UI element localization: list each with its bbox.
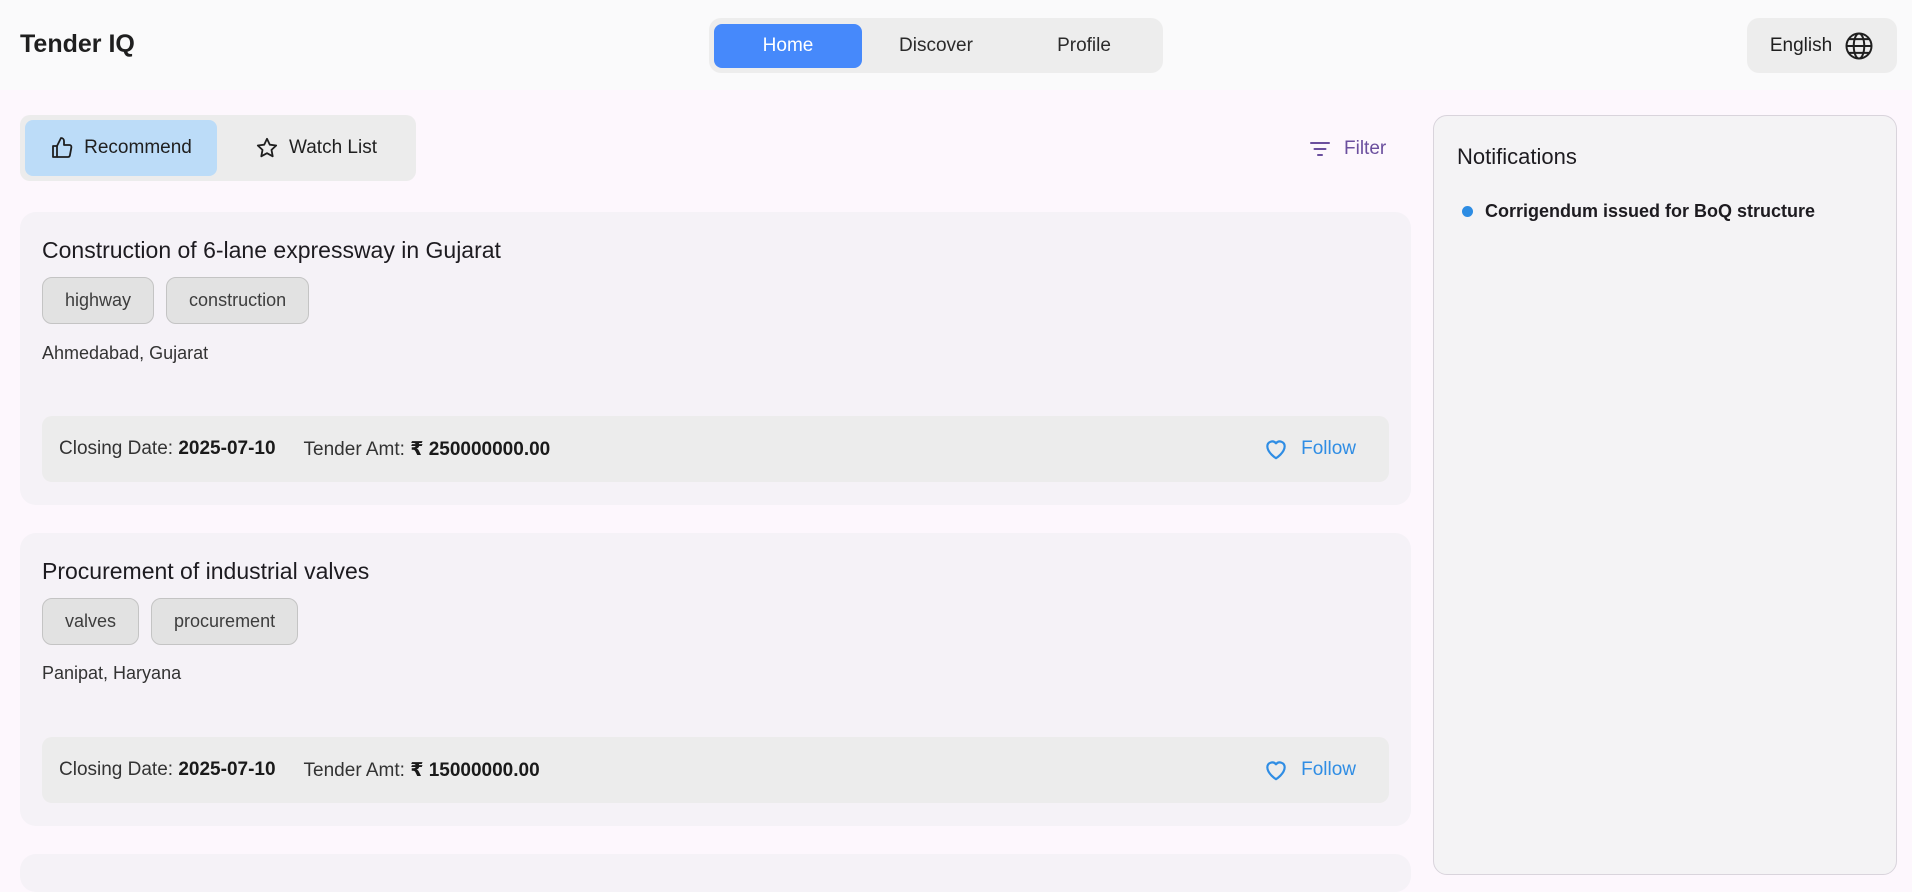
filter-icon	[1310, 142, 1330, 156]
nav-profile[interactable]: Profile	[1010, 24, 1158, 68]
follow-label: Follow	[1301, 438, 1356, 459]
tender-location: Ahmedabad, Gujarat	[42, 343, 209, 363]
follow-button[interactable]: Follow	[1263, 436, 1372, 462]
tender-footer: Closing Date: 2025-07-10 Tender Amt: ₹ 2…	[42, 416, 1389, 482]
heart-icon	[1266, 761, 1286, 781]
nav-home[interactable]: Home	[714, 23, 862, 68]
notification-text: Corrigendum issued for BoQ structure	[1485, 201, 1816, 221]
notifications-panel: Notifications Corrigendum issued for BoQ…	[1433, 115, 1897, 875]
tag-chip[interactable]: highway	[42, 277, 155, 324]
globe-icon	[1845, 32, 1873, 59]
tag-list: valves procurement	[42, 598, 299, 645]
tag-chip[interactable]: construction	[166, 277, 310, 324]
tag-chip[interactable]: valves	[42, 598, 140, 645]
bullet-icon	[1462, 206, 1473, 217]
main-nav: Home Discover Profile	[709, 18, 1163, 73]
language-selector[interactable]: English	[1747, 18, 1897, 73]
closing-date-value: 2025-07-10	[178, 438, 276, 459]
tender-card[interactable]	[20, 854, 1411, 892]
recommend-tab[interactable]: Recommend	[25, 120, 217, 176]
follow-label: Follow	[1301, 759, 1356, 780]
tender-location: Panipat, Haryana	[42, 663, 182, 683]
tender-title: Procurement of industrial valves	[42, 558, 370, 584]
closing-date: Closing Date: 2025-07-10	[59, 438, 276, 460]
filter-label: Filter	[1344, 138, 1387, 159]
list-mode-toggle: Recommend Watch List	[20, 115, 416, 181]
tag-chip[interactable]: procurement	[151, 598, 299, 645]
notification-item[interactable]: Corrigendum issued for BoQ structure	[1462, 201, 1815, 222]
top-bar: Tender IQ Home Discover Profile English	[0, 0, 1912, 90]
tender-footer: Closing Date: 2025-07-10 Tender Amt: ₹ 1…	[42, 737, 1389, 803]
closing-date-value: 2025-07-10	[178, 759, 276, 780]
recommend-label: Recommend	[84, 137, 192, 158]
tender-amount: Tender Amt: ₹ 15000000.00	[304, 759, 540, 782]
nav-discover[interactable]: Discover	[862, 24, 1010, 68]
heart-icon	[1266, 440, 1286, 460]
tender-card[interactable]: Procurement of industrial valves valves …	[20, 533, 1411, 826]
language-label: English	[1769, 34, 1833, 56]
watchlist-label: Watch List	[289, 137, 377, 158]
tender-amount-value: ₹ 250000000.00	[410, 438, 551, 460]
closing-date: Closing Date: 2025-07-10	[59, 759, 276, 781]
filter-button[interactable]: Filter	[1308, 134, 1386, 164]
tender-amount: Tender Amt: ₹ 250000000.00	[304, 438, 551, 461]
tender-amount-label: Tender Amt:	[303, 759, 405, 781]
watchlist-tab[interactable]: Watch List	[221, 120, 411, 176]
app-title: Tender IQ	[20, 30, 135, 58]
tag-list: highway construction	[42, 277, 310, 324]
tender-card[interactable]: Construction of 6-lane expressway in Guj…	[20, 212, 1411, 505]
star-icon	[256, 137, 278, 158]
tender-title: Construction of 6-lane expressway in Guj…	[42, 237, 501, 263]
closing-date-label: Closing Date:	[59, 438, 174, 459]
follow-button[interactable]: Follow	[1263, 757, 1372, 783]
tender-amount-value: ₹ 15000000.00	[410, 759, 540, 781]
tender-amount-label: Tender Amt:	[303, 438, 405, 460]
notifications-title: Notifications	[1457, 144, 1577, 169]
thumbs-up-icon	[52, 137, 73, 158]
closing-date-label: Closing Date:	[59, 759, 174, 780]
